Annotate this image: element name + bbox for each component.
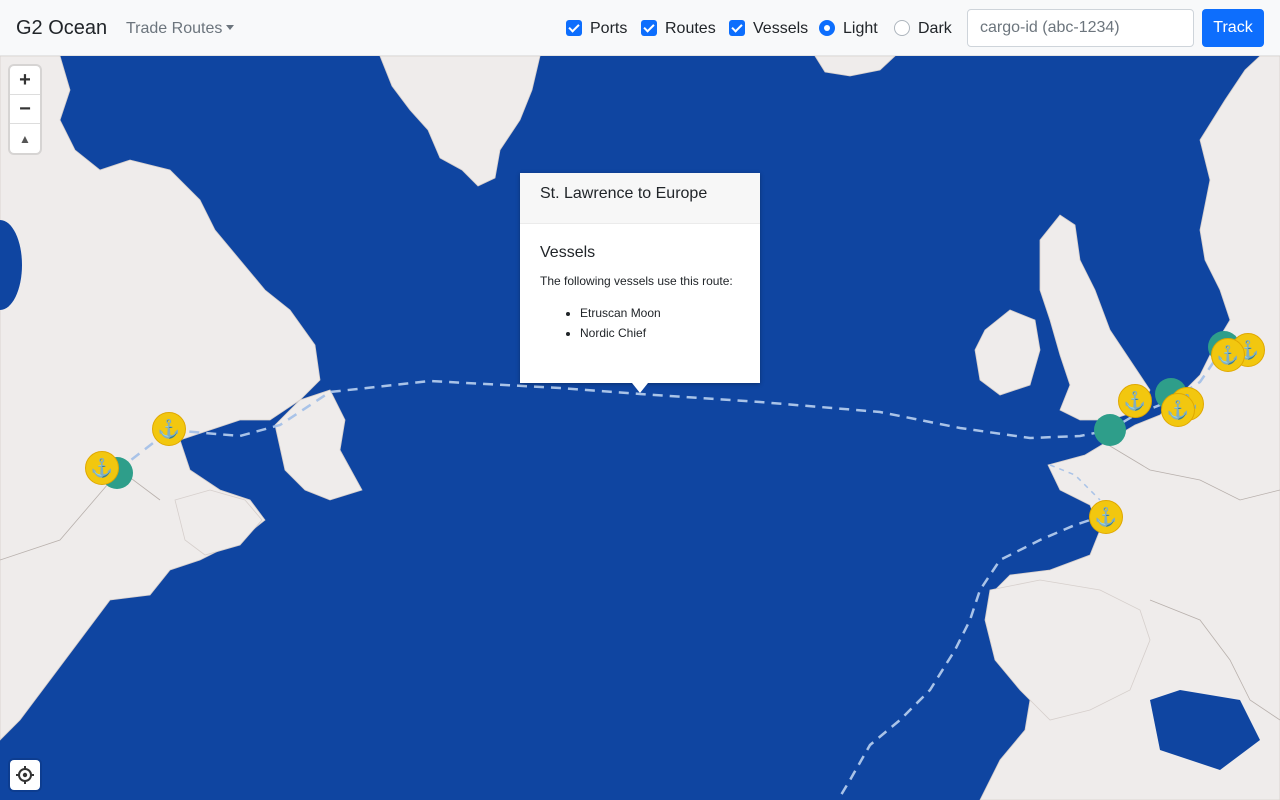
routes-label: Routes bbox=[665, 20, 716, 37]
dropdown-label: Trade Routes bbox=[126, 20, 223, 37]
route-popup: St. Lawrence to Europe Vessels The follo… bbox=[520, 173, 760, 393]
popup-description: The following vessels use this route: bbox=[540, 274, 733, 288]
port-anchor-icon[interactable]: ⚓ bbox=[1089, 500, 1123, 534]
vessel-list: Etruscan Moon Nordic Chief bbox=[540, 306, 740, 340]
map-basemap bbox=[0, 56, 1280, 800]
popup-title: St. Lawrence to Europe bbox=[520, 173, 760, 224]
dark-label: Dark bbox=[918, 20, 952, 37]
zoom-in-button[interactable]: + bbox=[10, 66, 40, 95]
routes-checkbox[interactable] bbox=[641, 20, 657, 36]
cargo-id-input[interactable] bbox=[967, 9, 1194, 47]
popup-body: Vessels The following vessels use this r… bbox=[520, 224, 760, 366]
crosshair-icon bbox=[16, 766, 34, 784]
map-zoom-control: + − ▲ bbox=[10, 66, 40, 153]
map-canvas[interactable]: ⚓ ⚓ ⚓ ⚓ ⚓ ⚓ ⚓ ⚓ bbox=[0, 56, 1280, 800]
popup-section-title: Vessels bbox=[540, 244, 596, 261]
ports-checkbox[interactable] bbox=[566, 20, 582, 36]
geolocate-button[interactable] bbox=[10, 760, 40, 790]
light-radio[interactable] bbox=[819, 20, 835, 36]
land-iceland-corner bbox=[814, 56, 896, 77]
list-item: Nordic Chief bbox=[580, 326, 740, 340]
land-north-america bbox=[0, 56, 321, 741]
vessel-marker[interactable] bbox=[1094, 414, 1126, 446]
navbar: G2 Ocean Trade Routes Ports Routes Vesse… bbox=[0, 0, 1280, 56]
land-greenland bbox=[379, 56, 541, 187]
chevron-down-icon bbox=[226, 25, 235, 30]
zoom-out-button[interactable]: − bbox=[10, 95, 40, 124]
track-button[interactable]: Track bbox=[1202, 9, 1264, 47]
list-item: Etruscan Moon bbox=[580, 306, 740, 320]
land-ireland bbox=[974, 309, 1041, 396]
port-anchor-icon[interactable]: ⚓ bbox=[152, 412, 186, 446]
port-anchor-icon[interactable]: ⚓ bbox=[1211, 338, 1245, 372]
port-anchor-icon[interactable]: ⚓ bbox=[1118, 384, 1152, 418]
light-label: Light bbox=[843, 20, 878, 37]
port-anchor-icon[interactable]: ⚓ bbox=[85, 451, 119, 485]
trade-routes-dropdown[interactable]: Trade Routes bbox=[126, 20, 235, 38]
port-anchor-icon[interactable]: ⚓ bbox=[1161, 393, 1195, 427]
ports-label: Ports bbox=[590, 20, 628, 37]
dark-radio[interactable] bbox=[894, 20, 910, 36]
vessels-label: Vessels bbox=[753, 20, 809, 37]
brand-title[interactable]: G2 Ocean bbox=[16, 17, 107, 40]
vessels-checkbox[interactable] bbox=[729, 20, 745, 36]
compass-icon[interactable]: ▲ bbox=[10, 124, 40, 153]
